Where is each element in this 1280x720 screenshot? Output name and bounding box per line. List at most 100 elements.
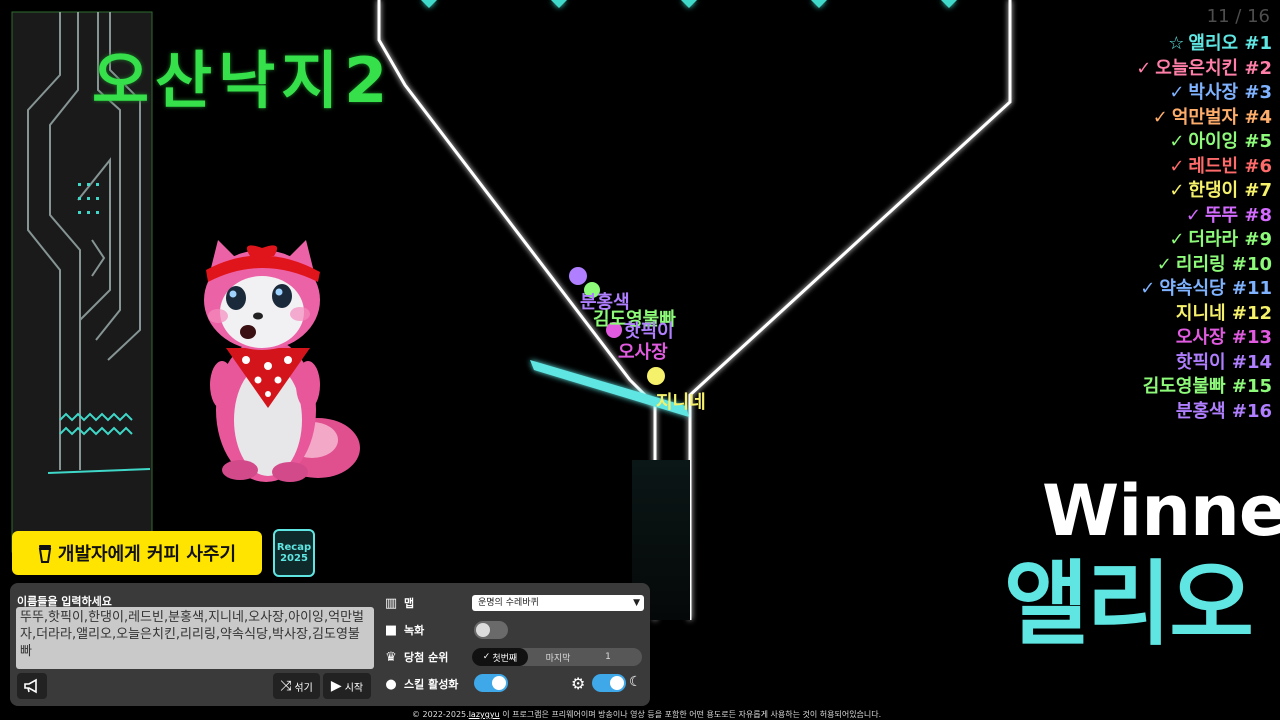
ranking-name: 오사장 bbox=[1175, 327, 1226, 348]
ranking-name: 박사장 bbox=[1188, 82, 1239, 103]
check-icon: ✓ bbox=[1152, 106, 1168, 128]
map-title: 오산낙지2 bbox=[92, 44, 394, 117]
ranking-number: #9 bbox=[1244, 229, 1272, 250]
megaphone-icon bbox=[24, 678, 37, 694]
record-toggle[interactable] bbox=[474, 621, 508, 639]
rank-first-option[interactable]: ✓ 첫번째 bbox=[472, 648, 528, 666]
marble-label: 오사장 bbox=[618, 342, 668, 363]
recap-2025-button[interactable]: Recap 2025 bbox=[273, 529, 315, 577]
ranking-item: 김도영불빠 #15 bbox=[1136, 375, 1272, 400]
skill-toggle-knob bbox=[492, 676, 506, 690]
ranking-number: #2 bbox=[1244, 57, 1272, 79]
names-input[interactable]: 뚜뚜,핫픽이,한댕이,레드빈,분홍색,지니네,오사장,아이잉,억만벌자,더라라,… bbox=[16, 607, 374, 669]
marble-label: 지니네 bbox=[656, 392, 706, 413]
footer-text: 이 프로그램은 프리웨어이며 방송이나 영상 등을 포함한 어떤 용도로든 자유… bbox=[499, 710, 882, 719]
map-option-row: ▥ 맵 bbox=[382, 593, 414, 613]
ranking-name: 아이잉 bbox=[1188, 131, 1239, 152]
star-icon: ☆ bbox=[1168, 33, 1185, 54]
marble-progress-counter: 11 / 16 bbox=[1206, 6, 1270, 27]
coffee-cup-icon bbox=[38, 545, 52, 563]
ranking-number: #5 bbox=[1244, 131, 1272, 152]
ranking-name: 분홍색 bbox=[1175, 400, 1226, 422]
dark-mode-toggle-knob bbox=[610, 676, 624, 690]
record-option-row: ■ 녹화 bbox=[382, 620, 424, 640]
ranking-number: #13 bbox=[1231, 327, 1272, 348]
ranking-item: ✓ 더라라 #9 bbox=[1136, 228, 1272, 253]
footer-notice: © 2022-2025.lazygyu 이 프로그램은 프리웨어이며 방송이나 … bbox=[412, 709, 881, 720]
chevron-down-icon: ▼ bbox=[633, 598, 640, 608]
ranking-number: #7 bbox=[1244, 180, 1272, 201]
ranking-item: 핫픽이 #14 bbox=[1136, 351, 1272, 376]
rank-last-option[interactable]: 마지막 bbox=[528, 648, 588, 666]
rank-number-input[interactable]: 1 bbox=[588, 648, 628, 666]
rank-option-label: 당첨 순위 bbox=[404, 651, 449, 664]
mute-button[interactable] bbox=[17, 673, 47, 699]
ranking-item: 분홍색 #16 bbox=[1136, 400, 1272, 425]
check-icon: ✓ bbox=[1140, 278, 1156, 299]
dark-mode-toggle[interactable] bbox=[592, 674, 626, 692]
ranking-name: 지니네 bbox=[1175, 302, 1226, 324]
ranking-item: ✓ 박사장 #3 bbox=[1136, 81, 1272, 106]
gear-icon: ⚙ bbox=[571, 674, 586, 693]
cat-character-image bbox=[204, 240, 360, 482]
skill-option-row: ● 스킬 활성화 bbox=[382, 674, 458, 694]
ranking-name: 한댕이 bbox=[1188, 180, 1239, 201]
ranking-number: #12 bbox=[1231, 302, 1272, 324]
check-icon: ✓ bbox=[1185, 204, 1201, 226]
map-select-value: 운명의 수레바퀴 bbox=[478, 598, 539, 608]
start-button[interactable]: ▶ 시작 bbox=[323, 673, 371, 699]
rank-option-row: ♛ 당첨 순위 bbox=[382, 647, 448, 667]
rank-last-label: 마지막 bbox=[545, 653, 571, 664]
ranking-name: 앨리오 bbox=[1188, 33, 1239, 54]
rank-first-label: 첫번째 bbox=[492, 653, 518, 664]
rank-number-value: 1 bbox=[605, 652, 611, 662]
ranking-number: #14 bbox=[1231, 351, 1272, 373]
ranking-item: ✓ 리리링 #10 bbox=[1136, 253, 1272, 278]
ranking-number: #3 bbox=[1244, 82, 1272, 103]
ranking-number: #15 bbox=[1231, 376, 1272, 397]
ranking-item: ✓ 레드빈 #6 bbox=[1136, 155, 1272, 180]
video-camera-icon: ■ bbox=[384, 622, 398, 638]
play-icon: ▶ bbox=[330, 678, 342, 694]
ranking-name: 약속식당 bbox=[1159, 278, 1226, 299]
marble-label: 핫픽이 bbox=[624, 321, 674, 342]
recap-year: 2025 bbox=[280, 553, 308, 564]
check-icon: ✓ bbox=[1169, 180, 1185, 201]
shuffle-label: 섞기 bbox=[294, 682, 313, 694]
bomb-icon: ● bbox=[385, 676, 397, 692]
ranking-item: 지니네 #12 bbox=[1136, 302, 1272, 327]
map-select[interactable]: 운명의 수레바퀴 ▼ bbox=[472, 595, 644, 611]
moon-icon: ☾ bbox=[629, 674, 642, 690]
ranking-name: 핫픽이 bbox=[1175, 351, 1226, 373]
ranking-name: 리리링 bbox=[1175, 253, 1226, 275]
record-option-label: 녹화 bbox=[404, 624, 425, 637]
footer-prefix: © 2022-2025. bbox=[412, 710, 469, 719]
ranking-item: ✓ 한댕이 #7 bbox=[1136, 179, 1272, 204]
ranking-item: ✓ 아이잉 #5 bbox=[1136, 130, 1272, 155]
ranking-name: 뚜뚜 bbox=[1204, 204, 1239, 226]
ranking-list: ☆ 앨리오 #1 ✓ 오늘은치킨 #2 ✓ 박사장 #3 ✓ 억만벌자 #4 ✓ 아이잉 #5 ✓ 레… bbox=[1136, 32, 1272, 424]
map-icon: ▥ bbox=[384, 595, 398, 611]
skill-toggle[interactable] bbox=[474, 674, 508, 692]
ranking-number: #6 bbox=[1244, 155, 1272, 177]
check-icon: ✓ bbox=[1136, 57, 1152, 79]
ranking-item: ☆ 앨리오 #1 bbox=[1136, 32, 1272, 57]
check-icon: ✓ bbox=[482, 652, 491, 662]
ranking-number: #11 bbox=[1231, 278, 1272, 299]
check-icon: ✓ bbox=[1156, 253, 1172, 275]
ranking-name: 억만벌자 bbox=[1171, 106, 1239, 128]
ranking-number: #4 bbox=[1244, 106, 1272, 128]
skill-option-label: 스킬 활성화 bbox=[404, 678, 459, 691]
check-icon: ✓ bbox=[1169, 131, 1185, 152]
shuffle-button[interactable]: ⤨ 섞기 bbox=[273, 673, 320, 699]
map-option-label: 맵 bbox=[404, 597, 415, 610]
author-link[interactable]: lazygyu bbox=[469, 710, 500, 719]
ranking-number: #16 bbox=[1231, 400, 1272, 422]
winner-name: 앨리오 bbox=[1004, 551, 1254, 658]
buy-coffee-button[interactable]: 개발자에게 커피 사주기 bbox=[12, 531, 262, 575]
ranking-item: 오사장 #13 bbox=[1136, 326, 1272, 351]
ranking-name: 레드빈 bbox=[1188, 155, 1239, 177]
ranking-item: ✓ 뚜뚜 #8 bbox=[1136, 204, 1272, 229]
rank-segmented-control: ✓ 첫번째 마지막 1 bbox=[472, 648, 642, 666]
ranking-number: #1 bbox=[1244, 33, 1272, 54]
